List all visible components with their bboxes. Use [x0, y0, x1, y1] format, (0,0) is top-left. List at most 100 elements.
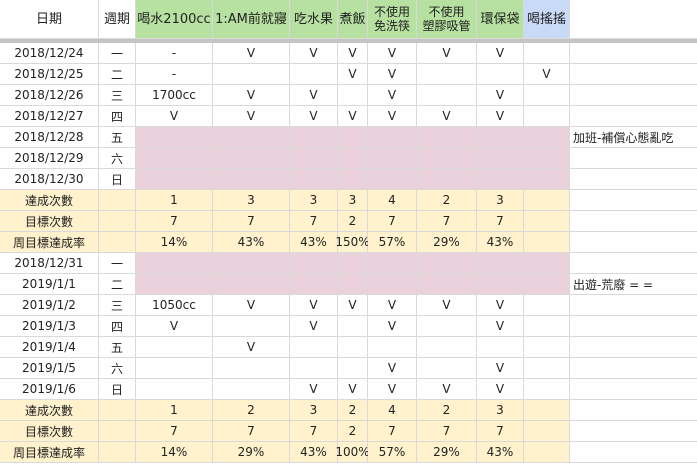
cell-cook[interactable] — [338, 253, 368, 274]
cell-sleep[interactable]: V — [213, 295, 290, 316]
cell-note[interactable]: 加班-補償心態亂吃 — [570, 127, 697, 148]
cell-note[interactable] — [570, 64, 697, 85]
cell-note[interactable] — [570, 337, 697, 358]
cell-weekday[interactable] — [99, 421, 136, 442]
cell-fruit[interactable] — [290, 274, 338, 295]
cell-water[interactable]: 1050cc — [136, 295, 213, 316]
cell-date[interactable]: 2018/12/27 — [0, 106, 99, 127]
cell-straw[interactable]: V — [417, 379, 477, 400]
cell-boba[interactable] — [524, 274, 570, 295]
cell-note[interactable] — [570, 211, 697, 232]
cell-water[interactable] — [136, 379, 213, 400]
cell-sleep[interactable] — [213, 358, 290, 379]
cell-date[interactable]: 目標次數 — [0, 421, 99, 442]
cell-bag[interactable]: V — [477, 295, 524, 316]
cell-date[interactable]: 2019/1/4 — [0, 337, 99, 358]
cell-date[interactable]: 2018/12/29 — [0, 148, 99, 169]
cell-chopsticks[interactable]: 4 — [368, 190, 417, 211]
cell-fruit[interactable]: V — [290, 106, 338, 127]
cell-weekday[interactable] — [99, 190, 136, 211]
cell-boba[interactable] — [524, 43, 570, 64]
cell-sleep[interactable]: 7 — [213, 211, 290, 232]
column-header-fruit[interactable]: 吃水果 — [290, 0, 338, 39]
cell-note[interactable] — [570, 379, 697, 400]
cell-straw[interactable] — [417, 85, 477, 106]
cell-weekday[interactable]: 二 — [99, 274, 136, 295]
cell-water[interactable]: 1 — [136, 190, 213, 211]
cell-water[interactable]: - — [136, 43, 213, 64]
cell-chopsticks[interactable]: V — [368, 64, 417, 85]
column-header-notes[interactable] — [570, 0, 697, 39]
cell-chopsticks[interactable]: 57% — [368, 442, 417, 463]
cell-fruit[interactable]: 3 — [290, 400, 338, 421]
cell-boba[interactable] — [524, 421, 570, 442]
cell-fruit[interactable] — [290, 337, 338, 358]
cell-water[interactable]: V — [136, 316, 213, 337]
cell-sleep[interactable] — [213, 127, 290, 148]
cell-sleep[interactable]: 29% — [213, 442, 290, 463]
cell-bag[interactable]: V — [477, 85, 524, 106]
cell-weekday[interactable]: 四 — [99, 106, 136, 127]
cell-fruit[interactable] — [290, 148, 338, 169]
cell-water[interactable] — [136, 253, 213, 274]
cell-cook[interactable]: 2 — [338, 400, 368, 421]
cell-sleep[interactable]: V — [213, 337, 290, 358]
cell-straw[interactable]: 7 — [417, 421, 477, 442]
cell-bag[interactable]: V — [477, 379, 524, 400]
column-header-boba[interactable]: 喝搖搖 — [524, 0, 570, 39]
cell-sleep[interactable] — [213, 379, 290, 400]
cell-note[interactable] — [570, 106, 697, 127]
cell-water[interactable]: 1 — [136, 400, 213, 421]
cell-date[interactable]: 2018/12/26 — [0, 85, 99, 106]
cell-chopsticks[interactable]: 7 — [368, 211, 417, 232]
cell-straw[interactable] — [417, 64, 477, 85]
cell-bag[interactable] — [477, 127, 524, 148]
cell-cook[interactable]: V — [338, 43, 368, 64]
cell-weekday[interactable]: 一 — [99, 253, 136, 274]
cell-date[interactable]: 2019/1/5 — [0, 358, 99, 379]
cell-sleep[interactable]: 43% — [213, 232, 290, 253]
cell-fruit[interactable]: V — [290, 295, 338, 316]
cell-date[interactable]: 2018/12/25 — [0, 64, 99, 85]
cell-chopsticks[interactable]: V — [368, 295, 417, 316]
cell-date[interactable]: 周目標達成率 — [0, 442, 99, 463]
cell-note[interactable] — [570, 232, 697, 253]
cell-straw[interactable] — [417, 169, 477, 190]
cell-cook[interactable]: V — [338, 64, 368, 85]
cell-bag[interactable]: 7 — [477, 211, 524, 232]
column-header-cook[interactable]: 煮飯 — [338, 0, 368, 39]
cell-water[interactable]: V — [136, 106, 213, 127]
cell-bag[interactable] — [477, 253, 524, 274]
cell-boba[interactable] — [524, 169, 570, 190]
cell-chopsticks[interactable] — [368, 253, 417, 274]
cell-straw[interactable] — [417, 358, 477, 379]
cell-bag[interactable]: 43% — [477, 442, 524, 463]
cell-weekday[interactable] — [99, 400, 136, 421]
cell-fruit[interactable]: 43% — [290, 442, 338, 463]
cell-sleep[interactable]: 7 — [213, 421, 290, 442]
cell-note[interactable] — [570, 442, 697, 463]
cell-sleep[interactable]: 3 — [213, 190, 290, 211]
cell-weekday[interactable]: 四 — [99, 316, 136, 337]
cell-note[interactable]: 出遊-荒廢 = = — [570, 274, 697, 295]
cell-sleep[interactable] — [213, 274, 290, 295]
cell-note[interactable] — [570, 148, 697, 169]
cell-straw[interactable]: V — [417, 295, 477, 316]
cell-fruit[interactable]: 7 — [290, 421, 338, 442]
cell-chopsticks[interactable] — [368, 337, 417, 358]
cell-date[interactable]: 達成次數 — [0, 190, 99, 211]
cell-water[interactable]: - — [136, 64, 213, 85]
cell-straw[interactable] — [417, 316, 477, 337]
cell-sleep[interactable] — [213, 316, 290, 337]
cell-cook[interactable]: V — [338, 106, 368, 127]
cell-water[interactable] — [136, 358, 213, 379]
cell-bag[interactable] — [477, 169, 524, 190]
cell-straw[interactable] — [417, 253, 477, 274]
cell-weekday[interactable] — [99, 442, 136, 463]
cell-boba[interactable] — [524, 211, 570, 232]
cell-chopsticks[interactable]: V — [368, 358, 417, 379]
cell-fruit[interactable]: V — [290, 379, 338, 400]
cell-note[interactable] — [570, 85, 697, 106]
cell-straw[interactable] — [417, 337, 477, 358]
cell-cook[interactable] — [338, 127, 368, 148]
